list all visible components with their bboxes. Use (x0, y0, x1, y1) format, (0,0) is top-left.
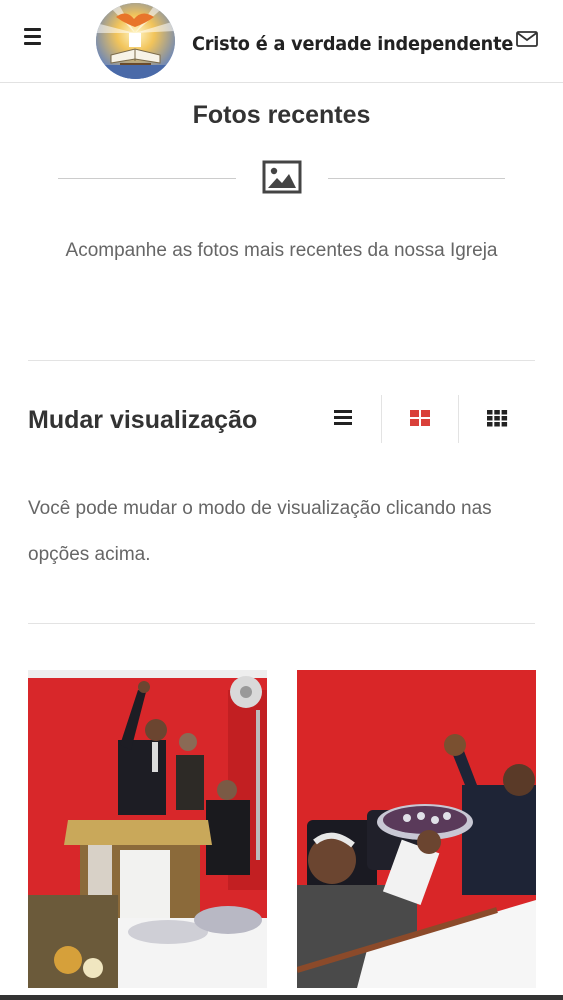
view-separator (381, 395, 382, 443)
hamburger-menu-button[interactable] (24, 28, 46, 50)
envelope-icon (516, 31, 538, 47)
church-logo[interactable] (96, 3, 175, 79)
contact-button[interactable] (516, 30, 538, 48)
photo-thumbnail-preacher[interactable] (28, 670, 267, 988)
grid-2x2-icon (410, 410, 430, 426)
view-separator (458, 395, 459, 443)
recent-photos-subtitle: Acompanhe as fotos mais recentes da noss… (65, 240, 498, 261)
title-divider-right (328, 178, 505, 179)
photo-thumbnail-tray[interactable] (297, 670, 536, 988)
section-title-recent-photos: Fotos recentes (192, 101, 371, 129)
hamburger-icon (24, 28, 41, 31)
list-view-button[interactable] (323, 398, 363, 438)
bottom-browser-bar (0, 995, 563, 1000)
image-icon (262, 160, 302, 194)
change-view-description: Você pode mudar o modo de visualização c… (28, 498, 492, 565)
title-divider-left (58, 178, 236, 179)
grid-2x2-view-button[interactable] (400, 398, 440, 438)
section-divider (28, 360, 535, 361)
section-divider (28, 623, 535, 624)
top-header: Cristo é a verdade independente (0, 0, 563, 83)
list-icon (334, 410, 352, 425)
grid-3x3-icon (487, 410, 508, 427)
grid-3x3-view-button[interactable] (477, 398, 517, 438)
site-title[interactable]: Cristo é a verdade independente (192, 33, 513, 55)
change-view-title: Mudar visualização (28, 406, 258, 434)
